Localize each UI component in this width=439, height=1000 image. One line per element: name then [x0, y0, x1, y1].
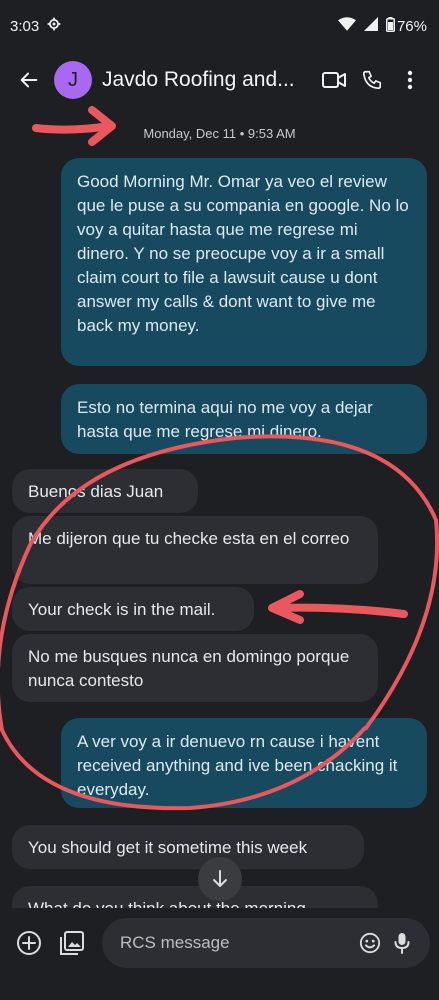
- message-text: A ver voy a ir denuevo rn cause i havent…: [77, 732, 398, 799]
- phone-call-icon[interactable]: [353, 61, 391, 99]
- received-message[interactable]: Your check is in the mail.: [12, 587, 254, 631]
- voice-input-button[interactable]: [386, 924, 418, 962]
- status-bar: 3:03 76%: [0, 0, 439, 52]
- message-compose-box[interactable]: [102, 918, 430, 968]
- message-input[interactable]: [118, 932, 354, 954]
- add-attachment-button[interactable]: [10, 924, 48, 962]
- received-message[interactable]: You should get it sometime this week: [12, 825, 364, 869]
- emoji-button[interactable]: [354, 924, 386, 962]
- avatar[interactable]: J: [54, 61, 92, 99]
- message-text: Your check is in the mail.: [28, 600, 216, 619]
- back-arrow-icon[interactable]: [10, 61, 48, 99]
- sent-message[interactable]: Esto no termina aqui no me voy a dejar h…: [61, 384, 427, 454]
- status-time: 3:03: [10, 17, 40, 35]
- gallery-button[interactable]: [53, 924, 91, 962]
- gallery-icon: [60, 931, 84, 955]
- conversation-title[interactable]: Javdo Roofing and...: [102, 68, 315, 92]
- battery-percent: 76%: [396, 17, 427, 35]
- message-text: Esto no termina aqui no me voy a dejar h…: [77, 398, 373, 441]
- message-text: Me dijeron que tu checke esta en el corr…: [28, 529, 350, 548]
- wifi-icon: [337, 17, 356, 35]
- settings-gear-icon: [47, 17, 61, 35]
- date-separator: Monday, Dec 11 • 9:53 AM: [143, 126, 296, 141]
- message-text: Good Morning Mr. Omar ya veo el review q…: [77, 172, 409, 335]
- microphone-icon: [394, 933, 410, 954]
- sent-message[interactable]: Good Morning Mr. Omar ya veo el review q…: [61, 158, 427, 366]
- smiley-icon: [359, 932, 381, 954]
- received-message[interactable]: Me dijeron que tu checke esta en el corr…: [12, 516, 378, 584]
- video-call-icon[interactable]: [315, 61, 353, 99]
- annotation-arrow-check: [268, 590, 408, 624]
- cell-signal-icon: [363, 17, 378, 35]
- arrow-down-icon: [213, 870, 227, 887]
- received-message[interactable]: No me busques nunca en domingo porque nu…: [12, 634, 378, 702]
- conversation-app-bar: J Javdo Roofing and...: [0, 52, 439, 108]
- received-message[interactable]: Buenos dias Juan: [12, 469, 198, 513]
- message-text: Buenos dias Juan: [28, 482, 164, 501]
- message-text: You should get it sometime this week: [28, 838, 308, 857]
- sent-message[interactable]: A ver voy a ir denuevo rn cause i havent…: [61, 718, 427, 808]
- plus-circle-icon: [17, 931, 41, 955]
- more-options-icon[interactable]: [391, 61, 429, 99]
- scroll-to-bottom-button[interactable]: [198, 857, 242, 901]
- battery-icon: [385, 16, 395, 36]
- message-text: No me busques nunca en domingo porque nu…: [28, 647, 350, 690]
